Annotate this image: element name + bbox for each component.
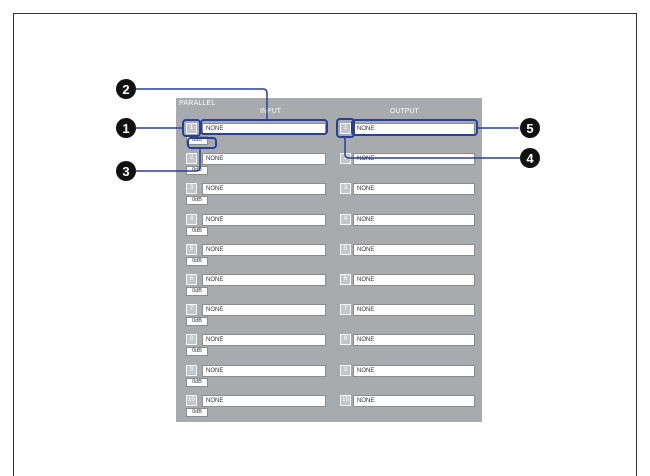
channel-row: 6 NONE 0dB 6 NONE: [176, 274, 482, 303]
channel-row: 2 NONE 0dB 2 NONE: [176, 153, 482, 182]
channel-row: 7 NONE 0dB 7 NONE: [176, 304, 482, 333]
output-name-field[interactable]: NONE: [353, 153, 475, 166]
input-name-field[interactable]: NONE: [202, 334, 326, 347]
output-number-button[interactable]: 5: [340, 243, 351, 255]
channel-row: 10 NONE 0dB 10 NONE: [176, 394, 482, 424]
input-name-field[interactable]: NONE: [202, 274, 326, 286]
input-name-field[interactable]: NONE: [202, 183, 326, 196]
output-number-button[interactable]: 9: [340, 364, 351, 376]
input-number-button[interactable]: 7: [186, 304, 197, 316]
input-gain-button[interactable]: 0dB: [186, 377, 208, 387]
input-column-header: INPUT: [260, 108, 281, 115]
output-number-button[interactable]: 6: [340, 274, 351, 285]
channel-row: 4 NONE 0dB 4 NONE: [176, 213, 482, 243]
input-number-button[interactable]: 1: [186, 123, 197, 134]
input-name-field[interactable]: NONE: [202, 213, 326, 226]
input-number-button[interactable]: 2: [186, 153, 197, 165]
channel-row: 9 NONE 0dB 9 NONE: [176, 364, 482, 394]
input-number-button[interactable]: 5: [186, 243, 197, 255]
channel-row: 8 NONE 0dB 8 NONE: [176, 334, 482, 363]
input-number-button[interactable]: 10: [186, 394, 197, 406]
input-gain-button[interactable]: 0dB: [186, 226, 208, 236]
output-number-button[interactable]: 10: [340, 394, 351, 406]
channel-row: 5 NONE 0dB 5 NONE: [176, 243, 482, 273]
input-gain-button[interactable]: 0dB: [186, 317, 208, 327]
output-name-field[interactable]: NONE: [353, 123, 475, 135]
input-gain-button[interactable]: 0dB: [186, 196, 208, 206]
output-name-field[interactable]: NONE: [353, 243, 475, 256]
output-name-field[interactable]: NONE: [353, 213, 475, 226]
input-name-field[interactable]: NONE: [202, 123, 326, 135]
channel-row: 1 NONE 0dB 1 NONE: [176, 123, 482, 152]
input-number-button[interactable]: 8: [186, 334, 197, 346]
output-name-field[interactable]: NONE: [353, 274, 475, 286]
output-name-field[interactable]: NONE: [353, 183, 475, 196]
input-gain-button[interactable]: 0dB: [186, 166, 208, 176]
output-number-button[interactable]: 4: [340, 213, 351, 225]
input-gain-button[interactable]: 0dB: [186, 136, 208, 145]
input-gain-button[interactable]: 0dB: [186, 256, 208, 266]
input-gain-button[interactable]: 0dB: [186, 287, 208, 296]
input-name-field[interactable]: NONE: [202, 304, 326, 317]
output-name-field[interactable]: NONE: [353, 364, 475, 377]
channel-row: 3 NONE 0dB 3 NONE: [176, 183, 482, 212]
output-name-field[interactable]: NONE: [353, 394, 475, 407]
input-number-button[interactable]: 6: [186, 274, 197, 285]
input-gain-button[interactable]: 0dB: [186, 407, 208, 417]
input-name-field[interactable]: NONE: [202, 394, 326, 407]
panel-title: PARALLEL: [179, 100, 216, 107]
output-number-button[interactable]: 2: [340, 153, 351, 165]
output-number-button[interactable]: 1: [340, 123, 351, 134]
input-name-field[interactable]: NONE: [202, 243, 326, 256]
input-number-button[interactable]: 9: [186, 364, 197, 376]
input-number-button[interactable]: 4: [186, 213, 197, 225]
input-name-field[interactable]: NONE: [202, 364, 326, 377]
output-column-header: OUTPUT: [390, 108, 419, 115]
input-gain-button[interactable]: 0dB: [186, 347, 208, 357]
output-name-field[interactable]: NONE: [353, 304, 475, 317]
output-number-button[interactable]: 3: [340, 183, 351, 195]
input-number-button[interactable]: 3: [186, 183, 197, 195]
output-name-field[interactable]: NONE: [353, 334, 475, 347]
parallel-panel: PARALLEL INPUT OUTPUT 1 NONE 0dB 1 NONE 2 NONE…: [176, 98, 482, 422]
output-number-button[interactable]: 7: [340, 304, 351, 316]
input-name-field[interactable]: NONE: [202, 153, 326, 166]
output-number-button[interactable]: 8: [340, 334, 351, 346]
